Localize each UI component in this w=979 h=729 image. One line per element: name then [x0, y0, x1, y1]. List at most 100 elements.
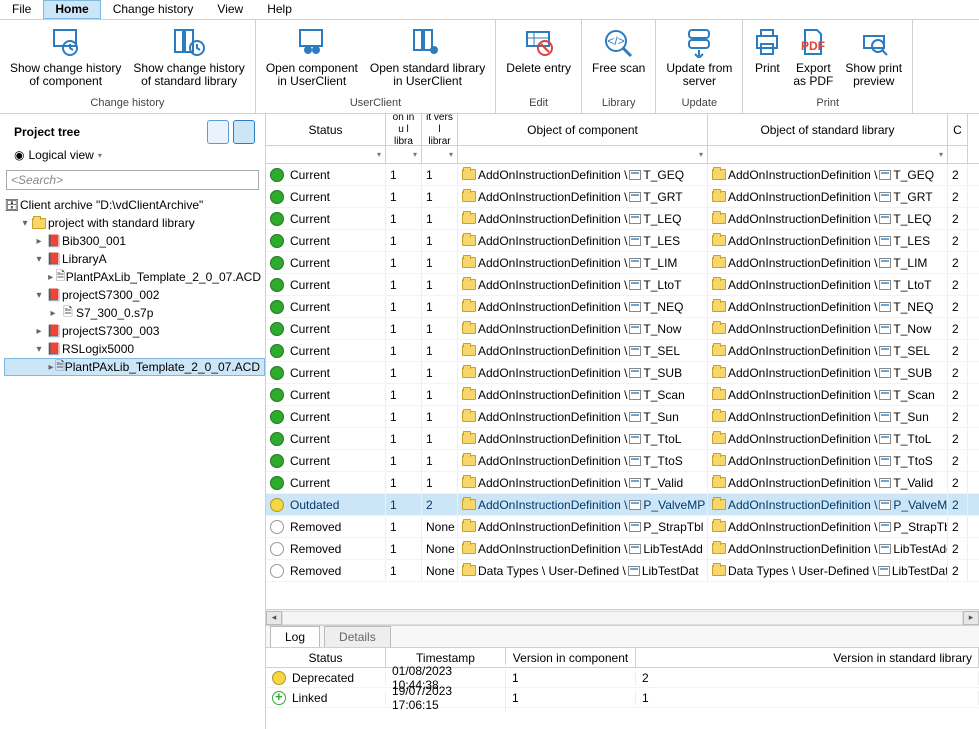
col-obj2[interactable]: Object of standard library	[708, 114, 947, 145]
expander-icon[interactable]: ▾	[18, 218, 32, 229]
expander-icon[interactable]: ▸	[46, 308, 60, 319]
show-chg-component-button[interactable]: Show change historyof component	[4, 22, 127, 97]
col-status[interactable]: Status	[266, 114, 385, 145]
v2-cell: 1	[422, 406, 458, 427]
search-input[interactable]: <Search>	[6, 170, 259, 190]
table-row[interactable]: Current11 AddOnInstructionDefinition \ T…	[266, 472, 979, 494]
filter-obj2[interactable]: ▾	[708, 145, 947, 163]
log-col-vc[interactable]: Version in component	[506, 648, 636, 667]
tab-details[interactable]: Details	[324, 626, 391, 647]
scroll-track[interactable]	[282, 611, 963, 625]
menu-file[interactable]: File	[0, 0, 43, 19]
scroll-left-button[interactable]: ◂	[266, 611, 282, 625]
print-preview-button[interactable]: Show printpreview	[839, 22, 908, 97]
tree-item[interactable]: ▸🗎S7_300_0.s7p	[4, 304, 265, 322]
filter-v2[interactable]: ▾	[422, 145, 457, 163]
expander-icon[interactable]: ▸	[32, 326, 46, 337]
free-scan-button[interactable]: </>Free scan	[586, 22, 651, 97]
table-row[interactable]: Current11 AddOnInstructionDefinition \ T…	[266, 186, 979, 208]
table-row[interactable]: Current11 AddOnInstructionDefinition \ T…	[266, 274, 979, 296]
log-row[interactable]: Linked19/07/2023 17:06:1511	[266, 688, 979, 708]
v2-cell: 1	[422, 208, 458, 229]
col-obj[interactable]: Object of component	[458, 114, 707, 145]
status-dot-icon	[270, 278, 284, 292]
db-view-icon[interactable]	[207, 120, 229, 144]
col-v2[interactable]: it vers l librar	[422, 114, 457, 145]
table-row[interactable]: Current11 AddOnInstructionDefinition \ T…	[266, 406, 979, 428]
show-chg-stdlib-button[interactable]: Show change historyof standard library	[127, 22, 250, 97]
delete-entry-button[interactable]: Delete entry	[500, 22, 577, 97]
tree-item[interactable]: ▸📕projectS7300_003	[4, 322, 265, 340]
tree-root[interactable]: Client archive "D:\vdClientArchive"	[20, 198, 203, 212]
update-server-button[interactable]: Update fromserver	[660, 22, 738, 97]
tree-item[interactable]: ▸📕Bib300_001	[4, 232, 265, 250]
table-row[interactable]: Current11 AddOnInstructionDefinition \ T…	[266, 362, 979, 384]
log-col-status[interactable]: Status	[266, 648, 386, 667]
tree-item[interactable]: ▾📕RSLogix5000	[4, 340, 265, 358]
filter-v1[interactable]: ▾	[386, 145, 421, 163]
menu-view[interactable]: View	[205, 0, 255, 19]
v1-cell: 1	[386, 406, 422, 427]
v1-cell: 1	[386, 362, 422, 383]
table-row[interactable]: Current11 AddOnInstructionDefinition \ T…	[266, 208, 979, 230]
menu-help[interactable]: Help	[255, 0, 304, 19]
obj2-cell: AddOnInstructionDefinition \ T_LEQ	[708, 208, 948, 229]
log-vsl: 1	[636, 691, 979, 705]
print-button[interactable]: Print	[747, 22, 787, 97]
db-view-icon-alt[interactable]	[233, 120, 255, 144]
table-row[interactable]: Removed1None Data Types \ User-Defined \…	[266, 560, 979, 582]
expander-icon[interactable]: ▸	[46, 272, 55, 283]
block-icon	[629, 192, 641, 202]
block-icon	[629, 324, 641, 334]
expander-icon[interactable]: ▾	[32, 344, 46, 355]
table-row[interactable]: Current11 AddOnInstructionDefinition \ T…	[266, 384, 979, 406]
col-last[interactable]: C	[948, 114, 967, 145]
ribbon-group-label: Change history	[90, 97, 164, 111]
folder-icon	[462, 169, 476, 180]
table-row[interactable]: Current11 AddOnInstructionDefinition \ T…	[266, 450, 979, 472]
table-row[interactable]: Current11 AddOnInstructionDefinition \ T…	[266, 428, 979, 450]
tree-item[interactable]: ▾project with standard library	[4, 214, 265, 232]
tree-item[interactable]: ▸🗎PlantPAxLib_Template_2_0_07.ACD	[4, 268, 265, 286]
tree-view[interactable]: 🗄 Client archive "D:\vdClientArchive" ▾p…	[0, 192, 265, 729]
table-row[interactable]: Outdated12 AddOnInstructionDefinition \ …	[266, 494, 979, 516]
filter-obj[interactable]: ▾	[458, 145, 707, 163]
menu-change-history[interactable]: Change history	[101, 0, 206, 19]
log-timestamp: 19/07/2023 17:06:15	[386, 684, 506, 712]
tree-item[interactable]: ▾📕projectS7300_002	[4, 286, 265, 304]
menu-bar: File Home Change history View Help	[0, 0, 979, 20]
table-row[interactable]: Current11 AddOnInstructionDefinition \ T…	[266, 164, 979, 186]
chevron-down-icon[interactable]: ▾	[98, 151, 102, 160]
tree-item[interactable]: ▸🗎PlantPAxLib_Template_2_0_07.ACD	[4, 358, 265, 376]
open-stdlib-button[interactable]: Open standard libraryin UserClient	[364, 22, 491, 97]
expander-icon[interactable]: ▸	[32, 236, 46, 247]
tab-log[interactable]: Log	[270, 626, 320, 647]
table-row[interactable]: Current11 AddOnInstructionDefinition \ T…	[266, 318, 979, 340]
filter-status[interactable]: ▾	[266, 145, 385, 163]
table-row[interactable]: Current11 AddOnInstructionDefinition \ T…	[266, 252, 979, 274]
table-row[interactable]: Current11 AddOnInstructionDefinition \ T…	[266, 230, 979, 252]
menu-home[interactable]: Home	[43, 0, 100, 19]
status-dot-icon	[270, 190, 284, 204]
open-component-button[interactable]: Open componentin UserClient	[260, 22, 364, 97]
expander-icon[interactable]: ▾	[32, 290, 46, 301]
logical-view-label[interactable]: Logical view	[28, 148, 93, 162]
grid-body[interactable]: Current11 AddOnInstructionDefinition \ T…	[266, 164, 979, 609]
expander-icon[interactable]: ▸	[47, 362, 55, 373]
log-status: Linked	[292, 691, 327, 705]
expander-icon[interactable]: ▾	[32, 254, 46, 265]
export-pdf-button[interactable]: PDFExportas PDF	[787, 22, 839, 97]
col-v1[interactable]: on in u l libra	[386, 114, 421, 145]
table-row[interactable]: Current11 AddOnInstructionDefinition \ T…	[266, 296, 979, 318]
status-dot-icon	[270, 322, 284, 336]
h-scrollbar[interactable]: ◂ ▸	[266, 609, 979, 625]
status-cell: Current	[290, 476, 330, 490]
block-icon	[879, 434, 891, 444]
table-row[interactable]: Removed1None AddOnInstructionDefinition …	[266, 516, 979, 538]
table-row[interactable]: Removed1None AddOnInstructionDefinition …	[266, 538, 979, 560]
log-col-vsl[interactable]: Version in standard library	[636, 648, 979, 667]
table-row[interactable]: Current11 AddOnInstructionDefinition \ T…	[266, 340, 979, 362]
log-row[interactable]: Deprecated01/08/2023 10:44:3812	[266, 668, 979, 688]
scroll-right-button[interactable]: ▸	[963, 611, 979, 625]
tree-item[interactable]: ▾📕LibraryA	[4, 250, 265, 268]
